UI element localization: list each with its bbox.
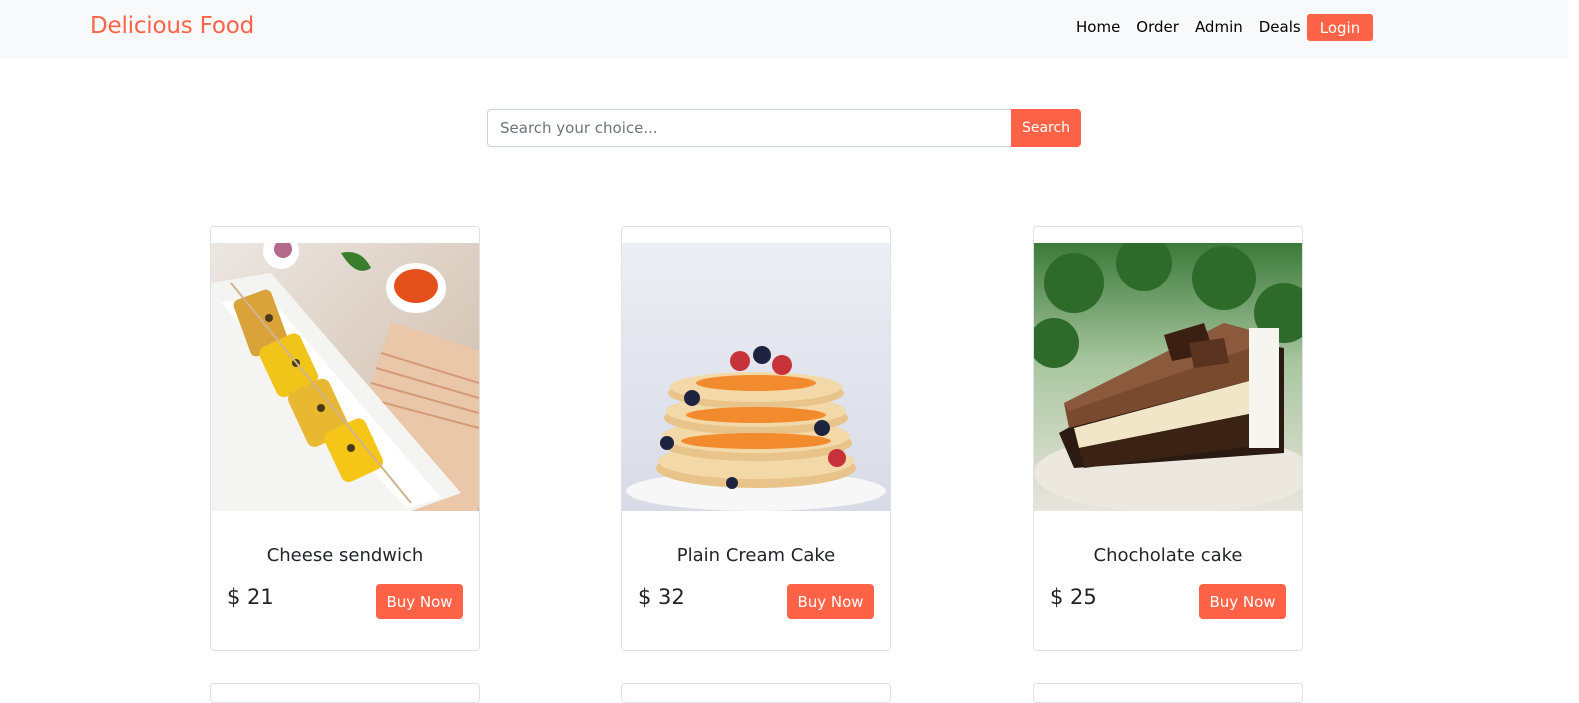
nav-link-deals[interactable]: Deals xyxy=(1259,18,1301,36)
brand-logo[interactable]: Delicious Food xyxy=(90,13,254,39)
product-card-partial xyxy=(621,683,891,703)
product-name: Chocholate cake xyxy=(1093,545,1243,566)
nav-links: Home Order Admin Deals xyxy=(1076,18,1317,36)
navbar: Delicious Food Home Order Admin Deals Lo… xyxy=(0,0,1568,59)
product-card-partial xyxy=(210,683,480,703)
nav-link-order[interactable]: Order xyxy=(1136,18,1179,36)
product-image-chocolate-cake xyxy=(1034,243,1302,511)
nav-link-admin[interactable]: Admin xyxy=(1195,18,1243,36)
buy-now-button[interactable]: Buy Now xyxy=(1199,584,1286,619)
product-image-paneer-skewers xyxy=(211,243,479,511)
product-price: $ 25 xyxy=(1050,585,1097,609)
nav-link-home[interactable]: Home xyxy=(1076,18,1120,36)
product-image-pancakes xyxy=(622,243,890,511)
product-card: Plain Cream Cake $ 32 Buy Now xyxy=(621,226,891,651)
search-button[interactable]: Search xyxy=(1011,109,1081,147)
search-input[interactable] xyxy=(487,109,1011,147)
product-name: Cheese sendwich xyxy=(266,545,424,566)
login-button[interactable]: Login xyxy=(1307,14,1373,41)
product-card: Chocholate cake $ 25 Buy Now xyxy=(1033,226,1303,651)
search-bar: Search xyxy=(487,109,1081,147)
product-name: Plain Cream Cake xyxy=(676,545,836,566)
buy-now-button[interactable]: Buy Now xyxy=(376,584,463,619)
buy-now-button[interactable]: Buy Now xyxy=(787,584,874,619)
product-card-partial xyxy=(1033,683,1303,703)
product-price: $ 21 xyxy=(227,585,274,609)
product-card: Cheese sendwich $ 21 Buy Now xyxy=(210,226,480,651)
product-price: $ 32 xyxy=(638,585,685,609)
